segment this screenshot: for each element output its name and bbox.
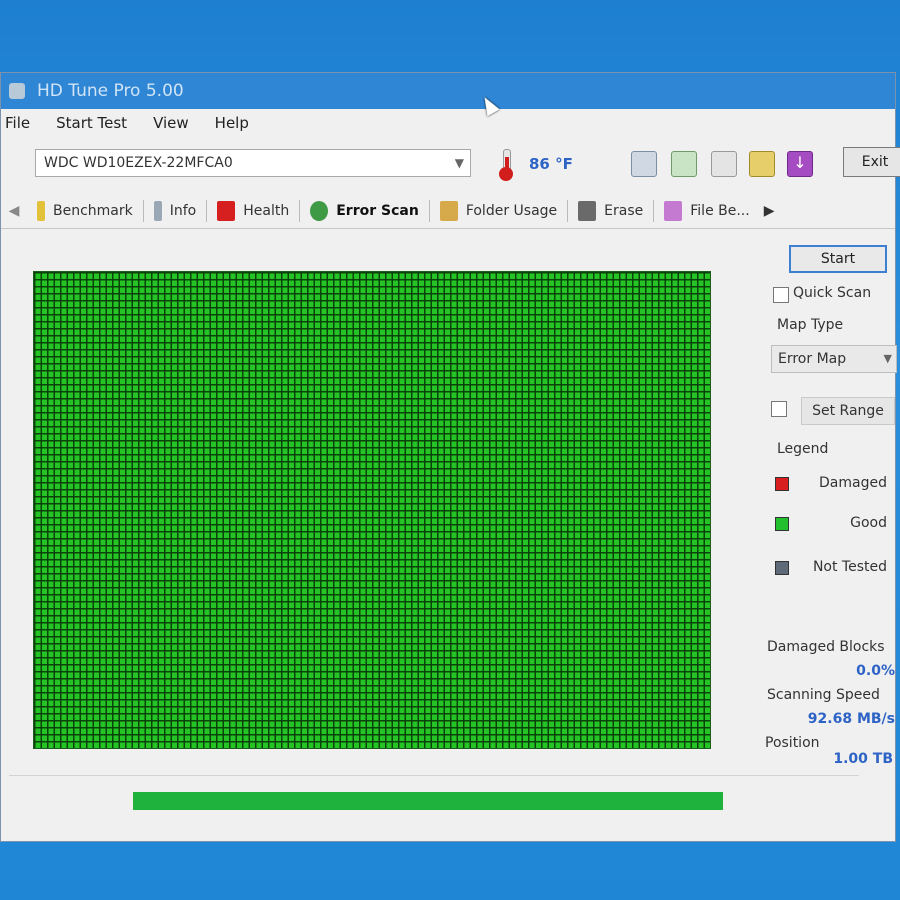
tab-folder-usage-label: Folder Usage [465, 202, 558, 219]
tab-file-benchmark-label: File Be... [690, 202, 750, 219]
wrench-icon[interactable] [749, 151, 775, 177]
tab-bar: ◀ Benchmark Info Health Error Scan Folde… [1, 193, 895, 229]
scan-progress-fill [133, 792, 723, 810]
tab-info-label: Info [169, 202, 197, 219]
magnifier-icon [310, 200, 329, 221]
trash-icon [578, 200, 597, 221]
tab-error-scan-label: Error Scan [336, 202, 419, 219]
benchmark-icon [37, 200, 45, 221]
error-scan-map [33, 271, 711, 749]
progress-area [9, 775, 859, 828]
menu-file[interactable]: File [5, 114, 30, 132]
legend-damaged-label: Damaged [819, 475, 887, 491]
damaged-blocks-value: 0.0% [856, 663, 895, 679]
damaged-swatch [775, 477, 789, 491]
menu-bar: File Start Test View Help [1, 109, 895, 137]
chevron-down-icon: ▼ [883, 352, 892, 365]
quick-scan-label: Quick Scan [793, 285, 872, 301]
thermometer-icon [499, 149, 513, 181]
legend-label: Legend [777, 441, 829, 457]
tab-benchmark[interactable]: Benchmark [27, 196, 143, 226]
position-label: Position [765, 735, 820, 751]
map-type-select[interactable]: Error Map ▼ [771, 345, 897, 373]
scanning-speed-label: Scanning Speed [767, 687, 880, 703]
quick-scan-checkbox[interactable] [773, 287, 789, 303]
set-range-checkbox[interactable] [771, 401, 787, 417]
options-icon[interactable] [711, 151, 737, 177]
scan-progress-bar [133, 792, 723, 810]
tab-error-scan[interactable]: Error Scan [300, 196, 429, 226]
title-bar: HD Tune Pro 5.00 [1, 73, 895, 109]
folder-icon [439, 200, 458, 221]
tab-scroll-right-icon[interactable]: ▶ [764, 203, 775, 219]
menu-help[interactable]: Help [215, 114, 249, 132]
exit-button[interactable]: Exit [843, 147, 900, 177]
download-arrow-icon[interactable]: ↓ [787, 151, 813, 177]
health-cross-icon [217, 200, 236, 221]
tab-scroll-left-icon[interactable]: ◀ [1, 203, 27, 219]
drive-model: WDC WD10EZEX-22MFCA0 [44, 155, 233, 171]
window-title: HD Tune Pro 5.00 [37, 81, 184, 101]
legend-good-label: Good [850, 515, 887, 531]
map-type-value: Error Map [778, 351, 847, 367]
app-icon [9, 83, 25, 99]
temperature-readout: 86 °F [529, 155, 573, 173]
chevron-down-icon: ▼ [454, 156, 464, 170]
tab-benchmark-label: Benchmark [53, 202, 133, 219]
tab-info[interactable]: Info [144, 196, 207, 226]
damaged-blocks-label: Damaged Blocks [767, 639, 885, 655]
drive-toolbar: WDC WD10EZEX-22MFCA0 ▼ 86 °F ↓ Exit [1, 143, 900, 187]
tab-health-label: Health [243, 202, 290, 219]
copy-screenshot-icon[interactable] [671, 151, 697, 177]
map-type-label: Map Type [777, 317, 844, 333]
tab-file-benchmark[interactable]: File Be... [654, 196, 759, 226]
not-tested-swatch [775, 561, 789, 575]
tab-erase-label: Erase [604, 202, 644, 219]
scanning-speed-value: 92.68 MB/s [807, 711, 895, 727]
file-benchmark-icon [664, 200, 683, 221]
tab-health[interactable]: Health [207, 196, 299, 226]
good-swatch [775, 517, 789, 531]
start-button[interactable]: Start [789, 245, 887, 273]
drive-select[interactable]: WDC WD10EZEX-22MFCA0 ▼ [35, 149, 471, 177]
tab-erase[interactable]: Erase [568, 196, 653, 226]
legend-not-tested-label: Not Tested [812, 559, 887, 575]
menu-view[interactable]: View [153, 114, 189, 132]
info-icon [153, 200, 162, 221]
copy-text-icon[interactable] [631, 151, 657, 177]
app-window: HD Tune Pro 5.00 File Start Test View He… [0, 72, 900, 842]
tab-folder-usage[interactable]: Folder Usage [430, 196, 567, 226]
set-range-button[interactable]: Set Range [801, 397, 895, 425]
position-value: 1.00 TB [833, 751, 893, 767]
menu-start-test[interactable]: Start Test [56, 114, 127, 132]
